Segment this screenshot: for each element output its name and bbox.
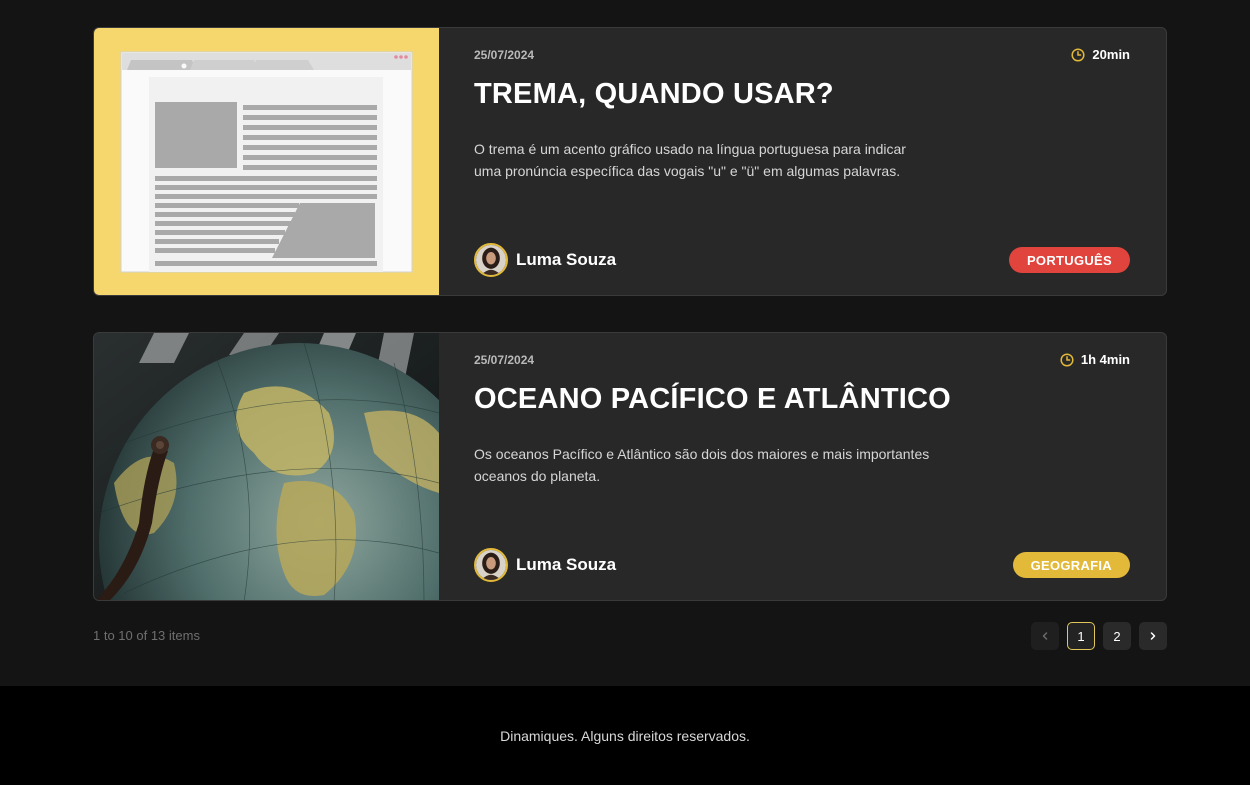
article-card-trema[interactable]: 25/07/2024 20min TREMA, QUANDO USAR? O t… [93, 27, 1167, 296]
reading-time-value: 20min [1092, 47, 1130, 62]
article-title[interactable]: TREMA, QUANDO USAR? [474, 78, 834, 111]
article-date: 25/07/2024 [474, 48, 535, 62]
category-tag[interactable]: PORTUGUÊS [1008, 247, 1130, 273]
article-thumbnail[interactable] [94, 28, 439, 295]
article-content: 25/07/2024 1h 4min OCEANO PACÍFICO E ATL… [439, 333, 1166, 600]
article-author[interactable]: Luma Souza [474, 243, 616, 277]
chevron-left-icon [1042, 632, 1048, 640]
article-date: 25/07/2024 [474, 353, 535, 367]
article-description: Os oceanos Pacífico e Atlântico são dois… [474, 446, 930, 484]
avatar [474, 243, 508, 277]
page-button-2[interactable]: 2 [1103, 622, 1131, 650]
article-thumbnail[interactable] [94, 333, 439, 600]
footer-copyright: Dinamiques. Alguns direitos reservados. [500, 727, 750, 744]
author-name: Luma Souza [516, 555, 617, 574]
article-content: 25/07/2024 20min TREMA, QUANDO USAR? O t… [439, 28, 1166, 295]
author-name: Luma Souza [516, 250, 617, 269]
reading-time-value: 1h 4min [1080, 352, 1130, 367]
article-card-oceanos[interactable]: 25/07/2024 1h 4min OCEANO PACÍFICO E ATL… [93, 332, 1167, 601]
reading-time: 1h 4min [1060, 352, 1130, 367]
reading-time: 20min [1071, 47, 1130, 62]
site-footer: Dinamiques. Alguns direitos reservados. [0, 686, 1250, 785]
prev-page-button[interactable] [1031, 622, 1059, 650]
pagination-info: 1 to 10 of 13 items [93, 628, 200, 643]
webpage-illustration-icon [94, 28, 439, 295]
category-tag[interactable]: GEOGRAFIA [1012, 552, 1130, 578]
article-title[interactable]: OCEANO PACÍFICO E ATLÂNTICO [474, 383, 951, 416]
avatar [474, 548, 508, 582]
article-author[interactable]: Luma Souza [474, 548, 616, 582]
pagination: 1 2 [1031, 622, 1167, 650]
page-button-1[interactable]: 1 [1067, 622, 1095, 650]
next-page-button[interactable] [1139, 622, 1167, 650]
globe-photo-icon [94, 333, 439, 600]
chevron-right-icon [1150, 632, 1156, 640]
article-description: O trema é um acento gráfico usado na lín… [474, 141, 906, 179]
clock-icon [1071, 47, 1085, 62]
clock-icon [1060, 352, 1074, 367]
